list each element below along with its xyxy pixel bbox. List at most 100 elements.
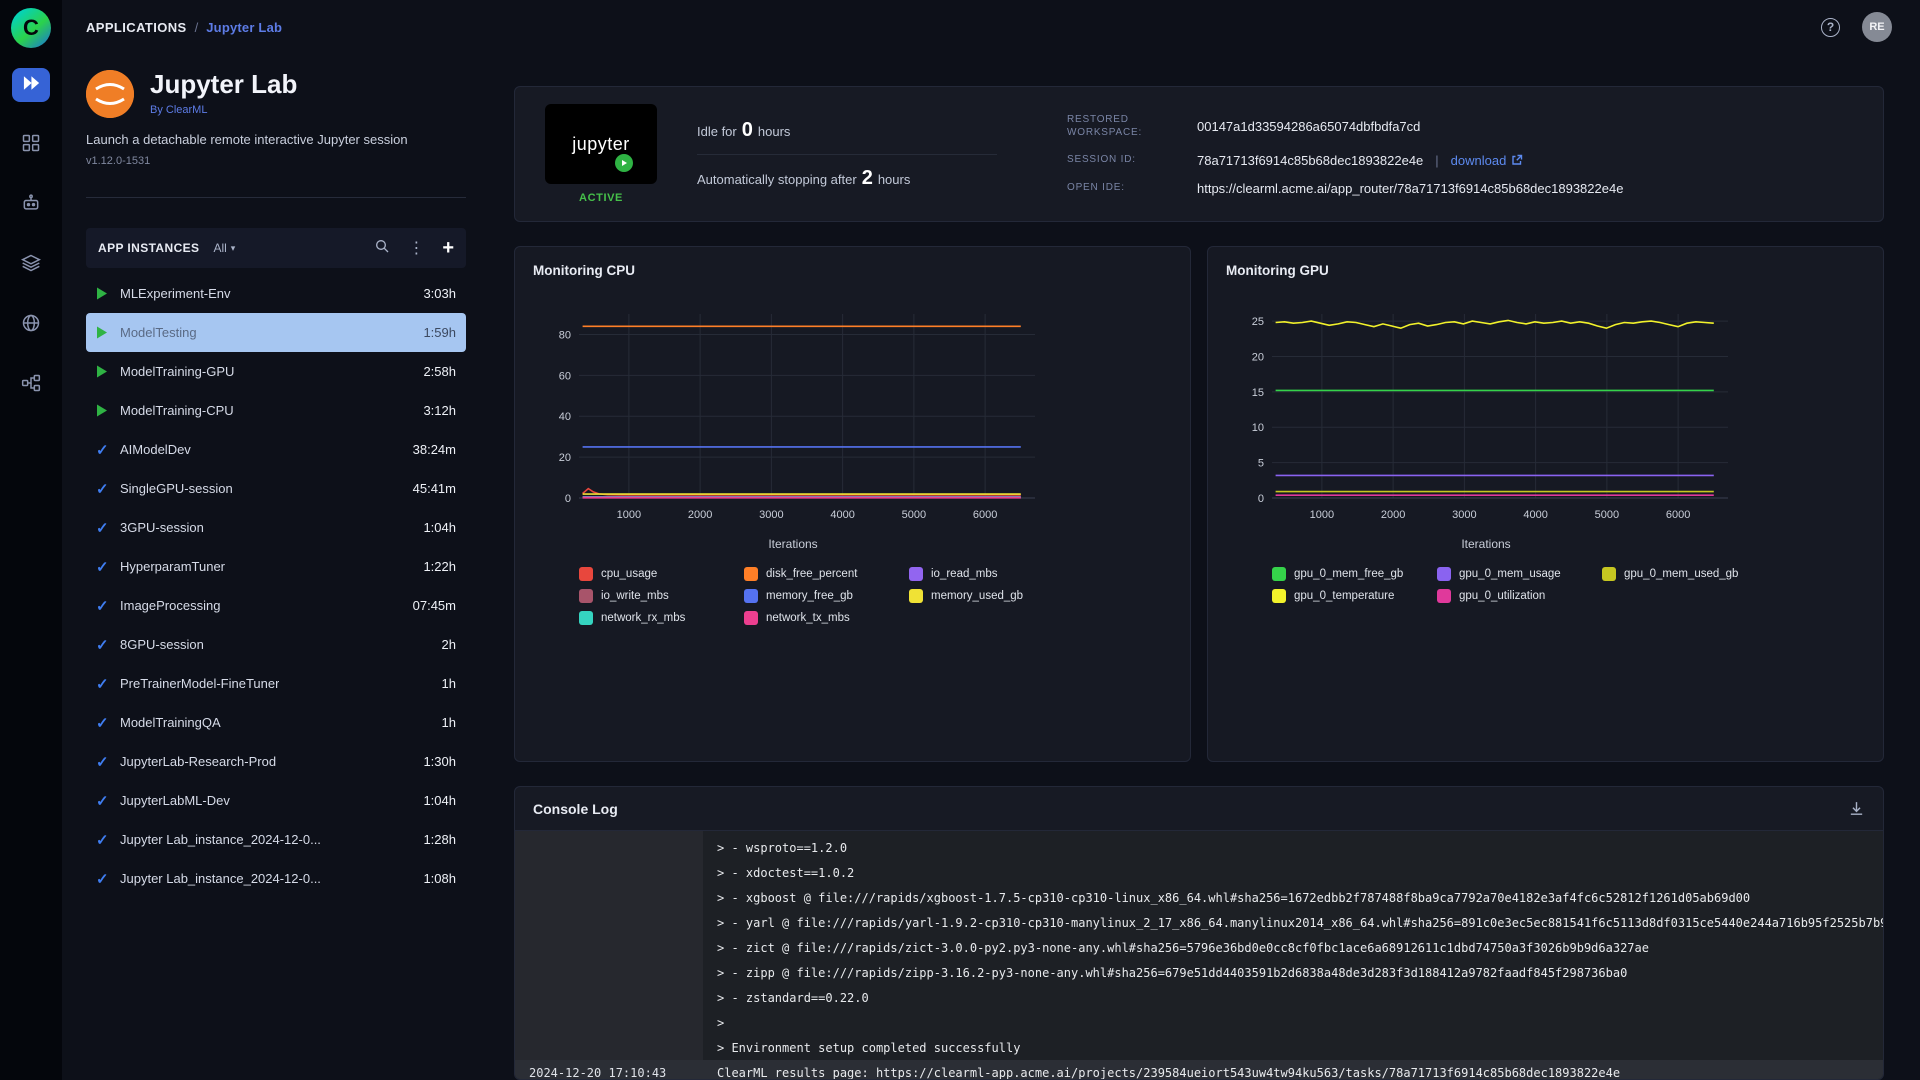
app-info-panel: Jupyter Lab By ClearML Launch a detachab… bbox=[86, 54, 466, 1080]
svg-text:5000: 5000 bbox=[902, 509, 926, 521]
legend-label: gpu_0_mem_free_gb bbox=[1294, 568, 1404, 580]
log-text: ClearML results page: https://clearml-ap… bbox=[717, 1065, 1621, 1080]
legend-label: network_tx_mbs bbox=[766, 612, 850, 624]
applications-icon bbox=[21, 73, 41, 98]
jupyter-app-logo bbox=[86, 70, 134, 118]
clearml-logo[interactable]: C bbox=[11, 8, 51, 48]
session-fields: RESTORED WORKSPACE: 00147a1d33594286a650… bbox=[1067, 113, 1853, 196]
legend-item[interactable]: network_rx_mbs bbox=[579, 611, 744, 625]
instance-row[interactable]: ✓ SingleGPU-session 45:41m bbox=[86, 469, 466, 508]
completed-check-icon: ✓ bbox=[96, 636, 109, 654]
cpu-monitoring-card: Monitoring CPU 1000 2000 3000 4000 5000 6000 0… bbox=[514, 246, 1191, 762]
app-root: C APPLICATIONS / Jupyter Lab ? RE Jupyte… bbox=[0, 0, 1920, 1080]
log-text: > - wsproto==1.2.0 bbox=[717, 840, 848, 855]
instance-row[interactable]: ModelTraining-CPU 3:12h bbox=[86, 391, 466, 430]
left-nav-rail: C bbox=[0, 0, 62, 1080]
instance-row[interactable]: ✓ Jupyter Lab_instance_2024-12-0... 1:28h bbox=[86, 820, 466, 859]
instance-row[interactable]: ✓ ModelTrainingQA 1h bbox=[86, 703, 466, 742]
legend-item[interactable]: gpu_0_utilization bbox=[1437, 589, 1602, 603]
log-line: > - xgboost @ file:///rapids/xgboost-1.7… bbox=[515, 885, 1883, 910]
svg-text:20: 20 bbox=[1252, 351, 1264, 363]
search-icon[interactable] bbox=[374, 238, 390, 259]
legend-label: memory_used_gb bbox=[931, 590, 1024, 602]
legend-item[interactable]: memory_free_gb bbox=[744, 589, 909, 603]
legend-item[interactable]: memory_used_gb bbox=[909, 589, 1074, 603]
instance-row[interactable]: ✓ HyperparamTuner 1:22h bbox=[86, 547, 466, 586]
legend-label: gpu_0_utilization bbox=[1459, 590, 1546, 602]
rail-item-workers[interactable] bbox=[12, 188, 50, 222]
running-play-icon bbox=[96, 404, 120, 417]
log-line: > Environment setup completed successful… bbox=[515, 1035, 1883, 1060]
instance-row[interactable]: MLExperiment-Env 3:03h bbox=[86, 274, 466, 313]
rail-item-applications[interactable] bbox=[12, 68, 50, 102]
cpu-chart-plot: 1000 2000 3000 4000 5000 6000 0 20 40 60 80 bbox=[533, 304, 1172, 533]
instance-name: ModelTesting bbox=[120, 325, 197, 340]
instance-duration: 45:41m bbox=[412, 481, 456, 496]
download-workspace-link[interactable]: download bbox=[1451, 153, 1524, 168]
legend-item[interactable]: io_read_mbs bbox=[909, 567, 1074, 581]
kebab-menu-icon[interactable]: ⋮ bbox=[408, 238, 424, 258]
rail-item-pipelines[interactable] bbox=[12, 368, 50, 402]
add-instance-button[interactable]: + bbox=[442, 238, 454, 258]
instance-duration: 1:22h bbox=[423, 559, 456, 574]
chart-canvas[interactable]: 1000 2000 3000 4000 5000 6000 0 5 10 15 20 25 bbox=[1226, 304, 1746, 528]
instance-row[interactable]: ✓ 3GPU-session 1:04h bbox=[86, 508, 466, 547]
instance-row[interactable]: ✓ 8GPU-session 2h bbox=[86, 625, 466, 664]
legend-item[interactable]: cpu_usage bbox=[579, 567, 744, 581]
legend-item[interactable]: gpu_0_mem_used_gb bbox=[1602, 567, 1767, 581]
instance-name: Jupyter Lab_instance_2024-12-0... bbox=[120, 832, 321, 847]
instance-row[interactable]: ✓ JupyterLab-Research-Prod 1:30h bbox=[86, 742, 466, 781]
instance-name: HyperparamTuner bbox=[120, 559, 226, 574]
legend-item[interactable]: gpu_0_mem_usage bbox=[1437, 567, 1602, 581]
app-author-link[interactable]: By ClearML bbox=[150, 104, 297, 116]
status-badge: ACTIVE bbox=[579, 192, 623, 204]
instance-row[interactable]: ModelTraining-GPU 2:58h bbox=[86, 352, 466, 391]
instance-row[interactable]: ✓ JupyterLabML-Dev 1:04h bbox=[86, 781, 466, 820]
help-icon[interactable]: ? bbox=[1821, 17, 1840, 37]
instance-row[interactable]: ModelTesting 1:59h bbox=[86, 313, 466, 352]
stop-prefix: Automatically stopping after bbox=[697, 171, 857, 187]
cpu-chart-legend: cpu_usage disk_free_percent io_read_mbs io_… bbox=[579, 567, 1079, 625]
instance-row[interactable]: ✓ Jupyter Lab_instance_2024-12-0... 1:08h bbox=[86, 859, 466, 898]
running-play-icon bbox=[96, 326, 120, 339]
rail-item-projects[interactable] bbox=[12, 128, 50, 162]
idle-hours-value: 0 bbox=[741, 118, 753, 141]
completed-check-icon: ✓ bbox=[96, 441, 109, 459]
open-ide-label: OPEN IDE: bbox=[1067, 182, 1125, 194]
completed-check-icon: ✓ bbox=[96, 675, 109, 693]
svg-text:1000: 1000 bbox=[1310, 509, 1334, 521]
instance-row[interactable]: ✓ PreTrainerModel-FineTuner 1h bbox=[86, 664, 466, 703]
instance-name: Jupyter Lab_instance_2024-12-0... bbox=[120, 871, 321, 886]
legend-swatch bbox=[1272, 589, 1286, 603]
chevron-down-icon: ▾ bbox=[230, 242, 236, 253]
idle-info: Idle for 0 hours Automatically stopping af… bbox=[697, 119, 997, 190]
instance-duration: 1:30h bbox=[423, 754, 456, 769]
breadcrumb-applications[interactable]: APPLICATIONS bbox=[86, 20, 187, 35]
gpu-chart-xlabel: Iterations bbox=[1461, 537, 1511, 551]
instances-filter-dropdown[interactable]: All ▾ bbox=[213, 241, 235, 255]
rail-item-hyper-datasets[interactable] bbox=[12, 308, 50, 342]
legend-item[interactable]: network_tx_mbs bbox=[744, 611, 909, 625]
legend-swatch bbox=[1602, 567, 1616, 581]
filter-value: All bbox=[213, 241, 227, 255]
running-play-icon bbox=[96, 287, 120, 300]
svg-text:3000: 3000 bbox=[759, 509, 783, 521]
breadcrumb-separator: / bbox=[194, 19, 199, 35]
legend-item[interactable]: gpu_0_mem_free_gb bbox=[1272, 567, 1437, 581]
console-log-output[interactable]: > - wsproto==1.2.0 > - xdoctest==1.0.2 > -… bbox=[515, 831, 1883, 1079]
chart-canvas[interactable]: 1000 2000 3000 4000 5000 6000 0 20 40 60 80 bbox=[533, 304, 1053, 528]
idle-unit: hours bbox=[757, 123, 791, 139]
legend-item[interactable]: disk_free_percent bbox=[744, 567, 909, 581]
app-description: Launch a detachable remote interactive J… bbox=[86, 132, 408, 147]
instance-row[interactable]: ✓ ImageProcessing 07:45m bbox=[86, 586, 466, 625]
legend-item[interactable]: gpu_0_temperature bbox=[1272, 589, 1437, 603]
instance-row[interactable]: ✓ AIModelDev 38:24m bbox=[86, 430, 466, 469]
rail-item-datasets[interactable] bbox=[12, 248, 50, 282]
legend-item[interactable]: io_write_mbs bbox=[579, 589, 744, 603]
svg-text:2000: 2000 bbox=[688, 509, 712, 521]
download-log-button[interactable] bbox=[1848, 800, 1865, 817]
avatar[interactable]: RE bbox=[1862, 12, 1892, 42]
completed-check-icon: ✓ bbox=[96, 480, 109, 498]
open-ide-url[interactable]: https://clearml.acme.ai/app_router/78a71… bbox=[1197, 181, 1853, 196]
instance-duration: 3:12h bbox=[423, 403, 456, 418]
